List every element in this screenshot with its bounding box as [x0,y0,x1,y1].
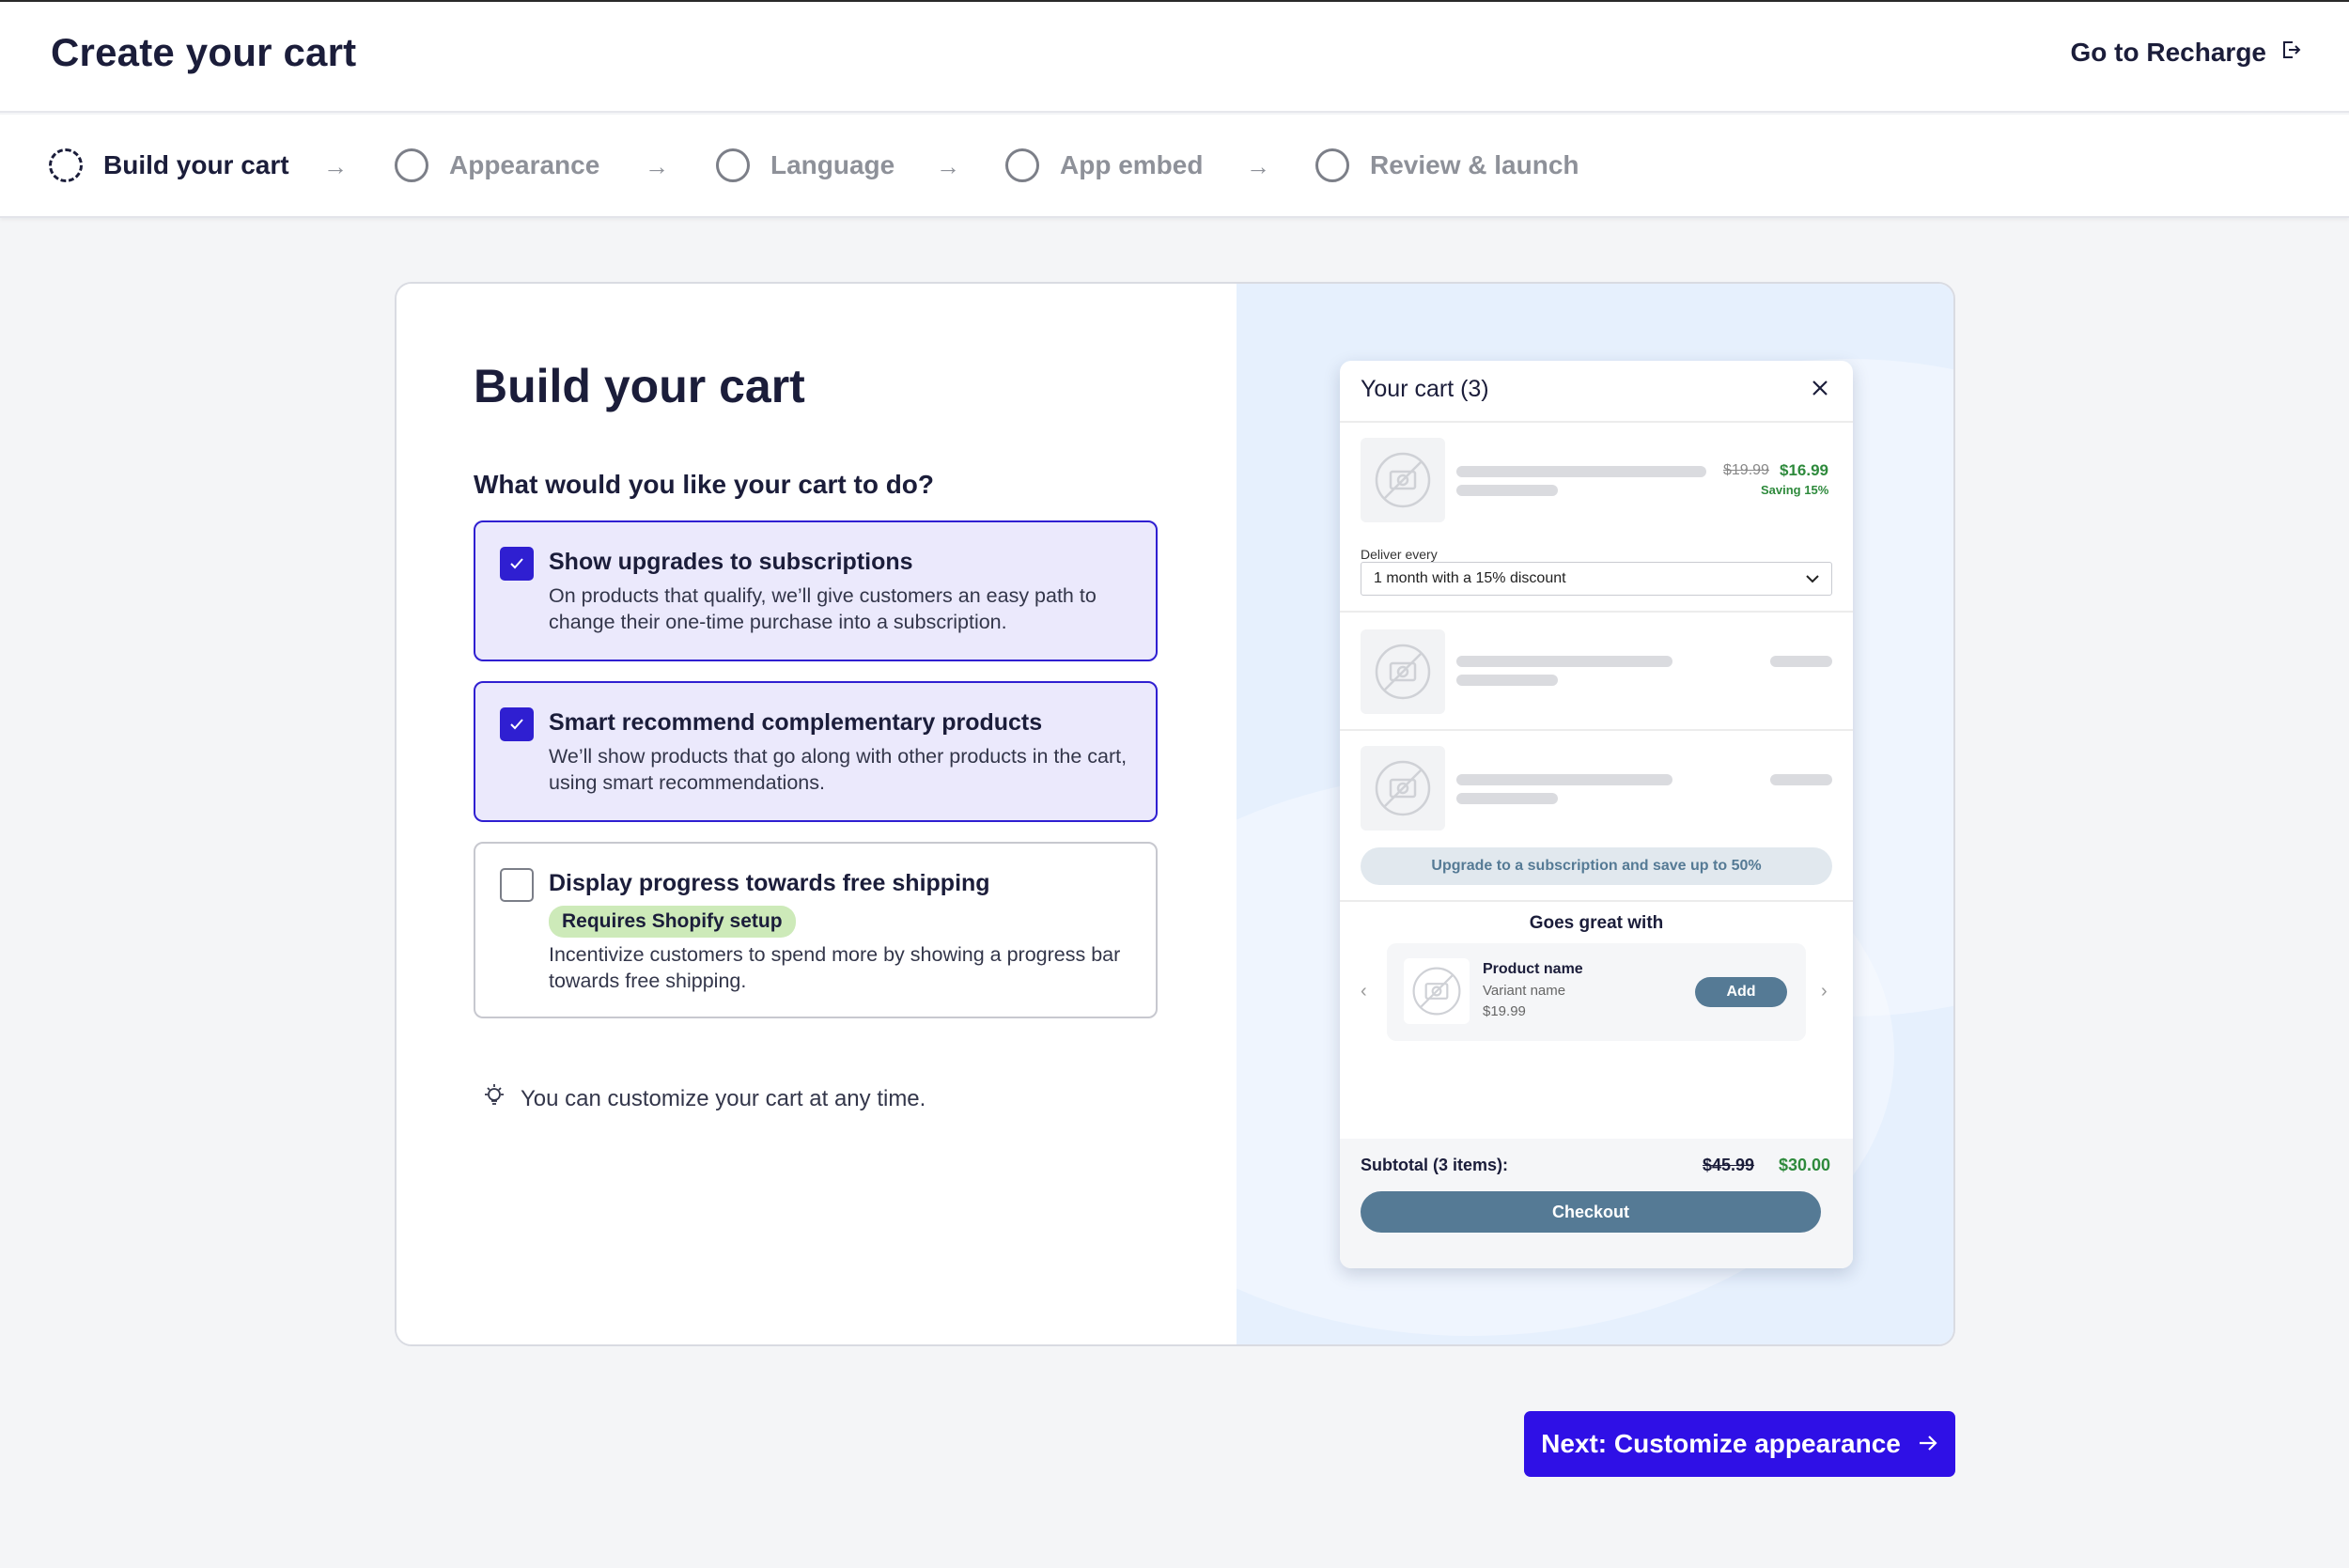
product-placeholder-image [1361,438,1445,522]
option-description: On products that qualify, we’ll give cus… [549,584,1097,633]
skeleton-price [1770,774,1832,785]
arrow-right-icon: → [323,152,348,180]
next-customize-appearance-button[interactable]: Next: Customize appearance [1524,1411,1955,1477]
option-description: Incentivize customers to spend more by s… [549,943,1121,992]
arrow-right-icon: → [1246,152,1270,180]
product-placeholder-image [1404,958,1470,1024]
subtotal-original: $45.99 [1703,1156,1755,1174]
arrow-right-icon: → [645,152,669,180]
section-heading: Build your cart [474,360,805,412]
upgrade-subscription-button[interactable]: Upgrade to a subscription and save up to… [1361,847,1832,885]
build-cart-card: Build your cart What would you like your… [395,282,1955,1346]
step-pending-icon [716,148,750,182]
chevron-right-icon[interactable]: › [1821,981,1828,1002]
checkbox-unchecked[interactable] [500,868,534,902]
divider [1340,900,1853,902]
step-label: Review & launch [1370,150,1579,179]
cart-preview-panel: Your cart (3) $19.99 $16.99 Saving 15% D… [1237,284,1953,1344]
lightbulb-icon [479,1080,509,1117]
setup-stepper: Build your cart → Appearance → Language … [0,115,2349,218]
skeleton-line [1456,793,1558,804]
recommendation-card: Product name Variant name $19.99 Add [1387,943,1806,1041]
step-in-progress-icon [49,148,83,182]
divider [1340,729,1853,731]
cart-footer: Subtotal (3 items): $45.99 $30.00 Checko… [1340,1139,1853,1268]
option-title: Smart recommend complementary products [549,709,1043,736]
divider [1340,611,1853,613]
goes-great-with-heading: Goes great with [1529,913,1664,933]
customize-tip: You can customize your cart at any time. [479,1080,926,1117]
saving-label: Saving 15% [1761,483,1829,497]
add-button[interactable]: Add [1695,977,1787,1007]
close-icon[interactable] [1810,378,1830,403]
next-button-label: Next: Customize appearance [1541,1429,1901,1458]
options-panel: Build your cart What would you like your… [397,284,1237,1344]
step-appearance[interactable]: Appearance [395,148,599,182]
chevron-left-icon[interactable]: ‹ [1361,981,1367,1002]
option-free-shipping-progress[interactable]: Display progress towards free shipping R… [474,842,1158,1018]
skeleton-line [1456,774,1672,785]
product-price: $19.99 [1483,1003,1526,1019]
option-title: Show upgrades to subscriptions [549,549,913,575]
step-review-launch[interactable]: Review & launch [1315,148,1579,182]
go-to-recharge-label: Go to Recharge [2070,38,2266,67]
tip-text: You can customize your cart at any time. [521,1085,926,1111]
page-title: Create your cart [51,30,357,74]
option-title: Display progress towards free shipping [549,870,990,896]
step-language[interactable]: Language [716,148,894,182]
step-label: Build your cart [103,150,289,179]
skeleton-line [1456,466,1706,477]
checkout-button[interactable]: Checkout [1361,1191,1821,1233]
option-description: We’ll show products that go along with o… [549,745,1128,794]
cart-title: Your cart (3) [1361,376,1489,402]
skeleton-line [1456,485,1558,496]
item-discounted-price: $16.99 [1780,461,1828,479]
product-placeholder-image [1361,629,1445,714]
variant-name: Variant name [1483,983,1566,999]
step-build-your-cart[interactable]: Build your cart [49,148,289,182]
step-label: Language [770,150,895,179]
delivery-frequency-select[interactable]: 1 month with a 15% discount [1361,562,1832,596]
option-subscription-upgrades[interactable]: Show upgrades to subscriptions On produc… [474,520,1158,661]
skeleton-line [1456,675,1558,686]
item-original-price: $19.99 [1723,462,1769,478]
skeleton-line [1456,656,1672,667]
step-pending-icon [395,148,428,182]
page-header: Create your cart Go to Recharge [0,2,2349,113]
arrow-right-icon [1918,1429,1938,1459]
checkbox-checked[interactable] [500,707,534,741]
product-placeholder-image [1361,746,1445,831]
product-name: Product name [1483,961,1583,977]
step-label: Appearance [449,150,600,179]
deliver-every-label: Deliver every [1361,547,1438,562]
cart-preview: Your cart (3) $19.99 $16.99 Saving 15% D… [1340,361,1853,1268]
requires-setup-badge: Requires Shopify setup [549,906,796,938]
subtotal-label: Subtotal (3 items): [1361,1156,1509,1174]
question-label: What would you like your cart to do? [474,470,935,499]
skeleton-price [1770,656,1832,667]
chevron-down-icon [1806,575,1819,583]
select-value: 1 month with a 15% discount [1374,570,1566,586]
exit-icon [2279,38,2302,68]
checkbox-checked[interactable] [500,547,534,581]
cart-header: Your cart (3) [1340,361,1853,423]
go-to-recharge-link[interactable]: Go to Recharge [2071,38,2302,68]
step-pending-icon [1005,148,1039,182]
step-label: App embed [1060,150,1204,179]
step-pending-icon [1315,148,1349,182]
step-app-embed[interactable]: App embed [1005,148,1203,182]
arrow-right-icon: → [936,152,960,180]
option-smart-recommend[interactable]: Smart recommend complementary products W… [474,681,1158,822]
subtotal-discounted: $30.00 [1778,1156,1830,1174]
